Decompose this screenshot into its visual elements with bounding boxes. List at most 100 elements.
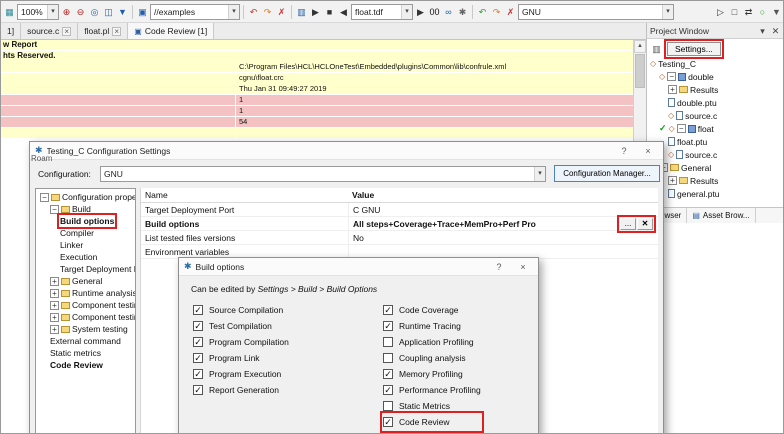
chart-icon[interactable]: ▥	[295, 4, 308, 20]
expander-icon[interactable]: +	[50, 289, 59, 298]
tab-float-pl[interactable]: float.pl×	[78, 23, 128, 39]
app-grid-icon[interactable]: ▦	[3, 4, 16, 20]
property-row[interactable]: Build optionsAll steps+Coverage+Trace+Me…	[141, 217, 658, 231]
tdf-combo[interactable]: float.tdf ▾	[351, 4, 413, 20]
checkbox-row[interactable]: ✓Code Review	[383, 414, 481, 430]
run-icon[interactable]: ▶	[414, 4, 427, 20]
chevron-down-icon[interactable]: ▾	[662, 5, 673, 19]
window-menu-icon[interactable]: ▾	[756, 23, 769, 39]
tab-source-c[interactable]: source.c×	[21, 23, 78, 39]
checkbox[interactable]	[383, 353, 393, 363]
close-button[interactable]: ×	[638, 146, 658, 156]
checkbox-row[interactable]: ✓Source Compilation	[193, 302, 289, 318]
close-tab-icon[interactable]: ×	[62, 27, 71, 36]
checkbox-row[interactable]: ✓Test Compilation	[193, 318, 289, 334]
config-tree-item[interactable]: +System testing	[36, 323, 135, 335]
checkbox[interactable]: ✓	[193, 385, 203, 395]
expander-icon[interactable]: +	[668, 85, 677, 94]
zoom-combo[interactable]: 100% ▾	[17, 4, 59, 20]
close-button[interactable]: ×	[513, 262, 533, 272]
menu-down-icon[interactable]: ▼	[770, 4, 783, 20]
stop-outline-icon[interactable]: □	[728, 4, 741, 20]
report-icon[interactable]: ▣	[136, 4, 149, 20]
scroll-up-icon[interactable]: ▲	[634, 40, 646, 53]
chevron-down-icon[interactable]: ▾	[228, 5, 239, 19]
config-tree-item[interactable]: External command	[36, 335, 135, 347]
project-tree-item[interactable]: general.ptu	[647, 187, 784, 200]
project-tree-item[interactable]: ◇source.c	[647, 148, 784, 161]
chevron-down-icon[interactable]: ▾	[401, 5, 412, 19]
checkbox[interactable]	[383, 401, 393, 411]
settings-button[interactable]: Settings...	[667, 42, 721, 56]
instrument-icon[interactable]: ✱	[456, 4, 469, 20]
checkbox[interactable]: ✓	[383, 305, 393, 315]
filter-icon[interactable]: ▼	[116, 4, 129, 20]
checkbox[interactable]	[383, 337, 393, 347]
checkbox-row[interactable]: ✓Program Link	[193, 350, 289, 366]
checkbox[interactable]: ✓	[193, 321, 203, 331]
config-tree-item[interactable]: Compiler	[36, 227, 135, 239]
property-row[interactable]: List tested files versionsNo	[141, 231, 658, 245]
config-tree-item[interactable]: +Component testing for C	[36, 299, 135, 311]
close-tab-icon[interactable]: ×	[112, 27, 121, 36]
help-button[interactable]: ?	[489, 262, 509, 272]
stop-icon[interactable]: ■	[323, 4, 336, 20]
checkbox[interactable]: ✓	[193, 337, 203, 347]
config-tree-item[interactable]: Target Deployment Po	[36, 263, 135, 275]
stop-build-icon[interactable]: ✗	[504, 4, 517, 20]
config-tree-item[interactable]: +General	[36, 275, 135, 287]
config-tree-item[interactable]: Execution	[36, 251, 135, 263]
project-tree-item[interactable]: +Results	[647, 174, 784, 187]
checkbox-row[interactable]: ✓Report Generation	[193, 382, 289, 398]
build-arrow-icon[interactable]: ↶	[476, 4, 489, 20]
configuration-combo[interactable]: GNU ▾	[100, 166, 546, 182]
project-tree-item[interactable]: ✓◇−float	[647, 122, 784, 135]
config-tree-item[interactable]: Code Review	[36, 359, 135, 371]
zoom-100-icon[interactable]: ◎	[88, 4, 101, 20]
close-icon[interactable]: ✕	[769, 23, 782, 39]
expander-icon[interactable]: +	[668, 176, 677, 185]
cancel-arrow-icon[interactable]: ✗	[275, 4, 288, 20]
project-tree-item[interactable]: float.ptu	[647, 135, 784, 148]
tab-code-review[interactable]: ▣Code Review [1]	[128, 23, 214, 39]
project-tree-item[interactable]: double.ptu	[647, 96, 784, 109]
watch-icon[interactable]: ∞	[442, 4, 455, 20]
checkbox-row[interactable]: Coupling analysis	[383, 350, 481, 366]
checkbox-row[interactable]: ✓Runtime Tracing	[383, 318, 481, 334]
checkbox[interactable]: ✓	[193, 305, 203, 315]
expander-icon[interactable]: +	[50, 277, 59, 286]
status-circle-icon[interactable]: ○	[756, 4, 769, 20]
project-tree-item[interactable]: ◇Testing_C	[647, 57, 784, 70]
tab-cut[interactable]: 1]	[1, 23, 21, 39]
config-tree-item[interactable]: −Build	[36, 203, 135, 215]
expander-icon[interactable]: −	[40, 193, 49, 202]
expander-icon[interactable]: −	[667, 72, 676, 81]
project-tree-item[interactable]: ◇−double	[647, 70, 784, 83]
rebuild-arrow-icon[interactable]: ↷	[490, 4, 503, 20]
undo-arrow-icon[interactable]: ↶	[247, 4, 260, 20]
checkbox[interactable]: ✓	[193, 369, 203, 379]
browse-button[interactable]: ...	[620, 218, 636, 230]
project-tree-item[interactable]: +Results	[647, 83, 784, 96]
expander-icon[interactable]: +	[50, 313, 59, 322]
run-outline-icon[interactable]: ▷	[714, 4, 727, 20]
project-tree-item[interactable]: ◇source.c	[647, 109, 784, 122]
zoom-out-icon[interactable]: ⊖	[74, 4, 87, 20]
zoom-selection-icon[interactable]: ◫	[102, 4, 115, 20]
config-tree-item[interactable]: +Runtime analysis	[36, 287, 135, 299]
scrollbar-thumb[interactable]	[635, 54, 645, 88]
expander-icon[interactable]: +	[50, 325, 59, 334]
loop-icon[interactable]: ⇄	[742, 4, 755, 20]
checkbox[interactable]: ✓	[193, 353, 203, 363]
checkbox-row[interactable]: ✓Memory Profiling	[383, 366, 481, 382]
config-tree-item[interactable]: Build options	[36, 215, 135, 227]
chevron-down-icon[interactable]: ▾	[47, 5, 58, 19]
checkbox-row[interactable]: Application Profiling	[383, 334, 481, 350]
redo-arrow-icon[interactable]: ↷	[261, 4, 274, 20]
checkbox[interactable]: ✓	[383, 417, 393, 427]
checkbox-row[interactable]: ✓Code Coverage	[383, 302, 481, 318]
config-tree-item[interactable]: Linker	[36, 239, 135, 251]
back-icon[interactable]: ◀	[337, 4, 350, 20]
zoom-in-icon[interactable]: ⊕	[60, 4, 73, 20]
checkbox-row[interactable]: ✓Performance Profiling	[383, 382, 481, 398]
